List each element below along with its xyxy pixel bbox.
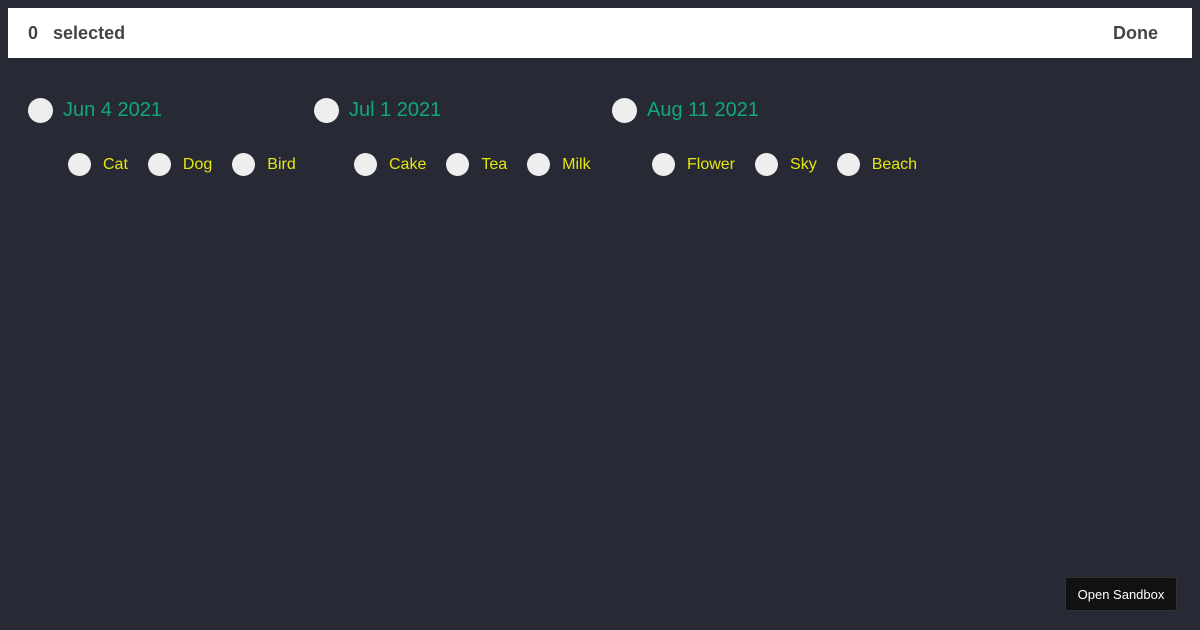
- item-list: Cat Dog Bird: [68, 153, 316, 176]
- selection-header: 0 selected Done: [8, 8, 1192, 58]
- item-list: Cake Tea Milk: [354, 153, 611, 176]
- date-row[interactable]: Jun 4 2021: [28, 98, 162, 123]
- item-select-radio[interactable]: [652, 153, 675, 176]
- date-group-jul-1-2021: Jul 1 2021 Cake Tea Milk: [314, 98, 591, 176]
- date-label: Jul 1 2021: [349, 99, 442, 121]
- selected-count-value: 0: [28, 22, 39, 43]
- item-flower[interactable]: Flower: [652, 153, 735, 176]
- item-label: Cat: [103, 155, 128, 173]
- selected-label: selected: [53, 22, 126, 43]
- item-label: Milk: [562, 155, 591, 173]
- date-select-radio[interactable]: [314, 98, 339, 123]
- item-label: Sky: [790, 155, 817, 173]
- selection-count: 0 selected: [28, 23, 125, 44]
- open-sandbox-button[interactable]: Open Sandbox: [1065, 577, 1177, 611]
- item-list: Flower Sky Beach: [652, 153, 937, 176]
- item-select-radio[interactable]: [354, 153, 377, 176]
- item-select-radio[interactable]: [446, 153, 470, 176]
- item-select-radio[interactable]: [147, 153, 171, 176]
- item-sky[interactable]: Sky: [755, 153, 817, 176]
- item-milk[interactable]: Milk: [527, 153, 591, 176]
- item-tea[interactable]: Tea: [446, 153, 507, 176]
- date-label: Jun 4 2021: [63, 99, 162, 121]
- item-label: Cake: [389, 155, 427, 173]
- date-label: Aug 11 2021: [647, 99, 759, 121]
- date-group-aug-11-2021: Aug 11 2021 Flower Sky Beach: [612, 98, 917, 176]
- date-row[interactable]: Aug 11 2021: [612, 98, 759, 123]
- item-cake[interactable]: Cake: [354, 153, 426, 176]
- date-select-radio[interactable]: [28, 98, 53, 123]
- item-select-radio[interactable]: [232, 153, 256, 176]
- item-select-radio[interactable]: [755, 153, 779, 176]
- done-button[interactable]: Done: [1113, 23, 1158, 44]
- item-label: Bird: [267, 155, 296, 173]
- item-select-radio[interactable]: [527, 153, 551, 176]
- item-label: Tea: [481, 155, 508, 173]
- item-label: Beach: [871, 155, 918, 173]
- date-group-jun-4-2021: Jun 4 2021 Cat Dog Bird: [28, 98, 296, 176]
- date-select-radio[interactable]: [612, 98, 637, 123]
- item-bird[interactable]: Bird: [232, 153, 296, 176]
- item-beach[interactable]: Beach: [836, 153, 918, 176]
- item-label: Flower: [687, 155, 736, 173]
- item-cat[interactable]: Cat: [68, 153, 128, 176]
- item-dog[interactable]: Dog: [147, 153, 213, 176]
- item-select-radio[interactable]: [836, 153, 860, 176]
- item-label: Dog: [182, 155, 213, 173]
- item-select-radio[interactable]: [68, 153, 91, 176]
- date-row[interactable]: Jul 1 2021: [314, 98, 441, 123]
